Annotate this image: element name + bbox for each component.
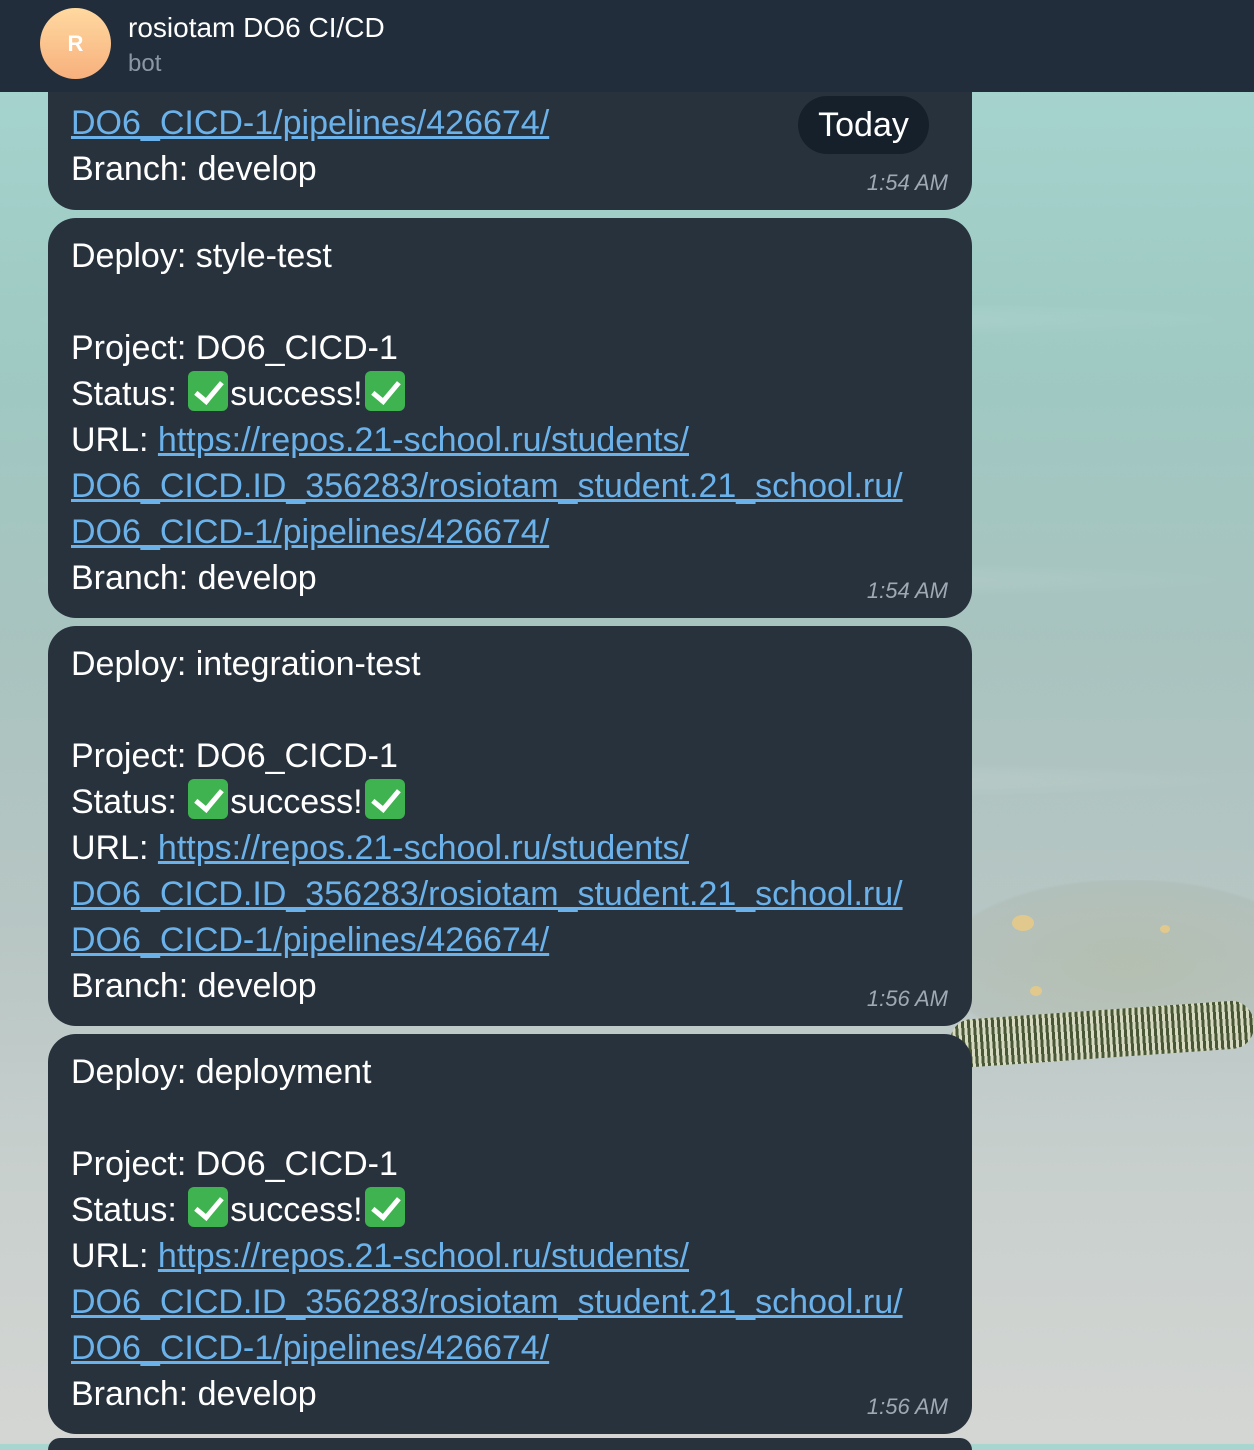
pipeline-link[interactable]: DO6_CICD.ID_356283/rosiotam_student.21_s… <box>71 1283 903 1321</box>
deploy-text: Deploy: style-test <box>71 237 332 275</box>
check-mark-icon <box>364 371 405 411</box>
check-mark-icon <box>364 779 405 819</box>
pipeline-link[interactable]: https://repos.21-school.ru/students/ <box>158 421 689 459</box>
pipeline-link[interactable]: DO6_CICD-1/pipelines/426674/ <box>71 921 549 959</box>
branch-text: Branch: develop <box>71 1375 317 1413</box>
pipeline-link[interactable]: https://repos.21-school.ru/students/ <box>158 1237 689 1275</box>
pipeline-link[interactable]: https://repos.21-school.ru/students/ <box>158 829 689 867</box>
project-text: Project: DO6_CICD-1 <box>71 1145 398 1183</box>
message-time: 1:54 AM <box>866 578 948 603</box>
project-text: Project: DO6_CICD-1 <box>71 737 398 775</box>
status-line: Status: success! <box>71 1187 948 1233</box>
pipeline-link[interactable]: DO6_CICD.ID_356283/rosiotam_student.21_s… <box>71 467 903 505</box>
chat-header[interactable]: R rosiotam DO6 CI/CD bot <box>0 0 1254 92</box>
date-badge: Today <box>798 96 929 154</box>
chat-subtitle: bot <box>128 50 162 77</box>
deploy-text: Deploy: deployment <box>71 1053 372 1091</box>
message-time: 1:56 AM <box>866 986 948 1011</box>
next-message-bubble[interactable] <box>48 1438 972 1450</box>
url-label: URL: <box>71 829 158 867</box>
message-bubble[interactable]: Deploy: integration-test Project: DO6_CI… <box>48 626 972 1026</box>
branch-text: Branch: develop <box>71 150 317 188</box>
check-mark-icon <box>364 1187 405 1227</box>
message-time: 1:56 AM <box>866 1394 948 1419</box>
branch-text: Branch: develop <box>71 559 317 597</box>
branch-text: Branch: develop <box>71 967 317 1005</box>
pipeline-link[interactable]: DO6_CICD-1/pipelines/426674/ <box>71 513 549 551</box>
message-bubble[interactable]: Deploy: deployment Project: DO6_CICD-1 S… <box>48 1034 972 1434</box>
status-line: Status: success! <box>71 779 948 825</box>
check-mark-icon <box>188 779 229 819</box>
deploy-text: Deploy: integration-test <box>71 645 421 683</box>
message-bubble[interactable]: Deploy: style-test Project: DO6_CICD-1 S… <box>48 218 972 618</box>
chat-title: rosiotam DO6 CI/CD <box>128 12 385 43</box>
pipeline-link[interactable]: DO6_CICD-1/pipelines/426674/ <box>71 1329 549 1367</box>
status-line: Status: success! <box>71 371 948 417</box>
check-mark-icon <box>188 1187 229 1227</box>
check-mark-icon <box>188 371 229 411</box>
project-text: Project: DO6_CICD-1 <box>71 329 398 367</box>
pipeline-link[interactable]: DO6_CICD-1/pipelines/426674/ <box>71 104 549 142</box>
message-time: 1:54 AM <box>866 170 948 195</box>
pipeline-link[interactable]: DO6_CICD.ID_356283/rosiotam_student.21_s… <box>71 875 903 913</box>
url-label: URL: <box>71 1237 158 1275</box>
url-label: URL: <box>71 421 158 459</box>
avatar[interactable]: R <box>40 8 111 79</box>
